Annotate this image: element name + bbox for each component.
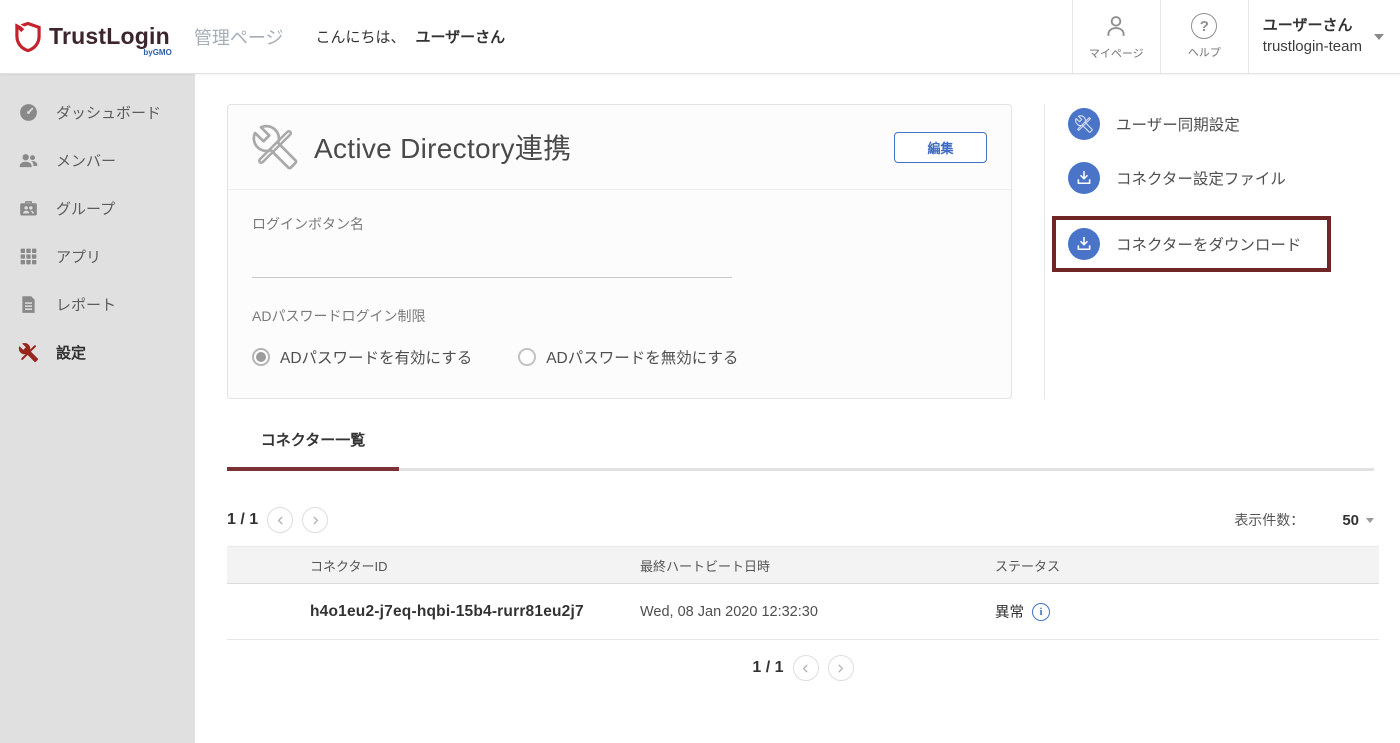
prev-page-button[interactable] — [267, 507, 293, 533]
page-indicator: 1 / 1 — [227, 511, 258, 529]
admin-page-label: 管理ページ — [194, 24, 284, 50]
edit-button[interactable]: 編集 — [894, 132, 987, 163]
pagination-bottom: 1 / 1 — [227, 655, 1379, 681]
settings-icon — [18, 342, 39, 363]
tab-bar-rest — [399, 467, 1374, 471]
reports-icon — [18, 294, 39, 315]
help-label: ヘルプ — [1188, 44, 1221, 60]
tab-connector-list[interactable]: コネクター一覧 — [227, 429, 399, 471]
members-icon — [18, 150, 39, 171]
action-label: ユーザー同期設定 — [1116, 113, 1240, 135]
trustlogin-logo[interactable]: TrustLogin byGMO — [0, 21, 170, 53]
radio-unselected-icon[interactable] — [518, 348, 536, 366]
page-indicator: 1 / 1 — [752, 659, 783, 677]
chevron-left-icon — [274, 514, 287, 527]
account-menu[interactable]: ユーザーさん trustlogin-team — [1248, 0, 1400, 73]
col-status: ステータス — [995, 556, 1379, 575]
per-page-label: 表示件数： — [1234, 510, 1304, 530]
tools-icon — [252, 124, 298, 170]
help-button[interactable]: ? ヘルプ — [1160, 0, 1248, 73]
per-page-value: 50 — [1342, 512, 1359, 529]
mypage-label: マイページ — [1089, 45, 1144, 61]
card-title: Active Directory連携 — [314, 127, 571, 167]
login-button-name-input[interactable] — [252, 234, 732, 278]
status-text: 異常 — [995, 601, 1024, 622]
sidebar-item-label: レポート — [56, 294, 116, 315]
user-sync-settings-button[interactable]: ユーザー同期設定 — [1068, 108, 1331, 140]
sidebar-item-label: 設定 — [56, 342, 86, 363]
chevron-right-icon — [309, 514, 322, 527]
dashboard-icon — [18, 102, 39, 123]
logo-brand-text: TrustLogin — [49, 23, 170, 49]
sidebar-item-label: アプリ — [56, 246, 101, 267]
greeting-prefix: こんにちは、 — [315, 29, 405, 46]
shield-logo-icon — [13, 21, 43, 53]
download-connector-button[interactable]: コネクターをダウンロード — [1068, 228, 1301, 260]
account-user-name: ユーザーさん — [1263, 16, 1362, 36]
pagination-top: 1 / 1 表示件数： 50 — [227, 507, 1374, 533]
chevron-down-icon — [1366, 518, 1374, 523]
chevron-left-icon — [799, 662, 812, 675]
sidebar-item-label: メンバー — [56, 150, 116, 171]
person-icon — [1102, 12, 1130, 40]
table-header-row: コネクターID 最終ハートビート日時 ステータス — [227, 546, 1379, 584]
sidebar-item-apps[interactable]: アプリ — [0, 232, 195, 280]
prev-page-button[interactable] — [793, 655, 819, 681]
greeting-username: ユーザーさん — [415, 29, 505, 46]
main-content: Active Directory連携 編集 ログインボタン名 ADパスワードログ… — [195, 74, 1400, 743]
help-icon: ? — [1191, 13, 1217, 39]
next-page-button[interactable] — [302, 507, 328, 533]
greeting-text: こんにちは、ユーザーさん — [315, 26, 505, 47]
sidebar-item-label: グループ — [56, 198, 115, 219]
tab-bar: コネクター一覧 — [227, 429, 1374, 471]
sidebar-item-settings[interactable]: 設定 — [0, 328, 195, 376]
login-button-name-label: ログインボタン名 — [252, 214, 987, 234]
tools-icon — [1068, 108, 1100, 140]
sidebar-item-label: ダッシュボード — [56, 102, 161, 123]
ad-password-restriction-label: ADパスワードログイン制限 — [252, 306, 987, 326]
top-header: TrustLogin byGMO 管理ページ こんにちは、ユーザーさん マイペー… — [0, 0, 1400, 74]
download-icon — [1068, 228, 1100, 260]
per-page-select[interactable]: 50 — [1342, 512, 1374, 529]
sidebar-item-groups[interactable]: グループ — [0, 184, 195, 232]
mypage-button[interactable]: マイページ — [1072, 0, 1160, 73]
last-heartbeat-cell: Wed, 08 Jan 2020 12:32:30 — [640, 604, 995, 620]
download-icon — [1068, 162, 1100, 194]
apps-icon — [18, 246, 39, 267]
sidebar-nav: ダッシュボード メンバー グループ — [0, 74, 195, 743]
action-label: コネクター設定ファイル — [1116, 167, 1286, 189]
radio-label: ADパスワードを有効にする — [280, 346, 472, 368]
connector-config-file-button[interactable]: コネクター設定ファイル — [1068, 162, 1331, 194]
table-row[interactable]: h4o1eu2-j7eq-hqbi-15b4-rurr81eu2j7 Wed, … — [227, 584, 1379, 640]
sidebar-item-dashboard[interactable]: ダッシュボード — [0, 88, 195, 136]
side-actions-panel: ユーザー同期設定 コネクター設定ファイル — [1045, 104, 1331, 399]
logo-by-gmo: byGMO — [143, 48, 171, 57]
highlight-annotation-box: コネクターをダウンロード — [1052, 216, 1331, 272]
chevron-down-icon — [1374, 34, 1384, 40]
radio-label: ADパスワードを無効にする — [546, 346, 738, 368]
info-icon[interactable]: i — [1032, 603, 1050, 621]
connector-id-cell: h4o1eu2-j7eq-hqbi-15b4-rurr81eu2j7 — [227, 603, 640, 621]
radio-enable-ad-password[interactable]: ADパスワードを有効にする — [252, 346, 472, 368]
action-label: コネクターをダウンロード — [1116, 233, 1301, 255]
status-cell: 異常 i — [995, 601, 1379, 622]
next-page-button[interactable] — [828, 655, 854, 681]
radio-disable-ad-password[interactable]: ADパスワードを無効にする — [518, 346, 738, 368]
ad-integration-card: Active Directory連携 編集 ログインボタン名 ADパスワードログ… — [227, 104, 1012, 399]
sidebar-item-members[interactable]: メンバー — [0, 136, 195, 184]
sidebar-item-reports[interactable]: レポート — [0, 280, 195, 328]
radio-selected-icon[interactable] — [252, 348, 270, 366]
groups-icon — [18, 198, 39, 219]
connector-table: コネクターID 最終ハートビート日時 ステータス h4o1eu2-j7eq-hq… — [227, 546, 1379, 640]
chevron-right-icon — [834, 662, 847, 675]
col-last-heartbeat: 最終ハートビート日時 — [640, 556, 995, 575]
account-team-name: trustlogin-team — [1263, 37, 1362, 57]
col-connector-id: コネクターID — [227, 556, 640, 575]
